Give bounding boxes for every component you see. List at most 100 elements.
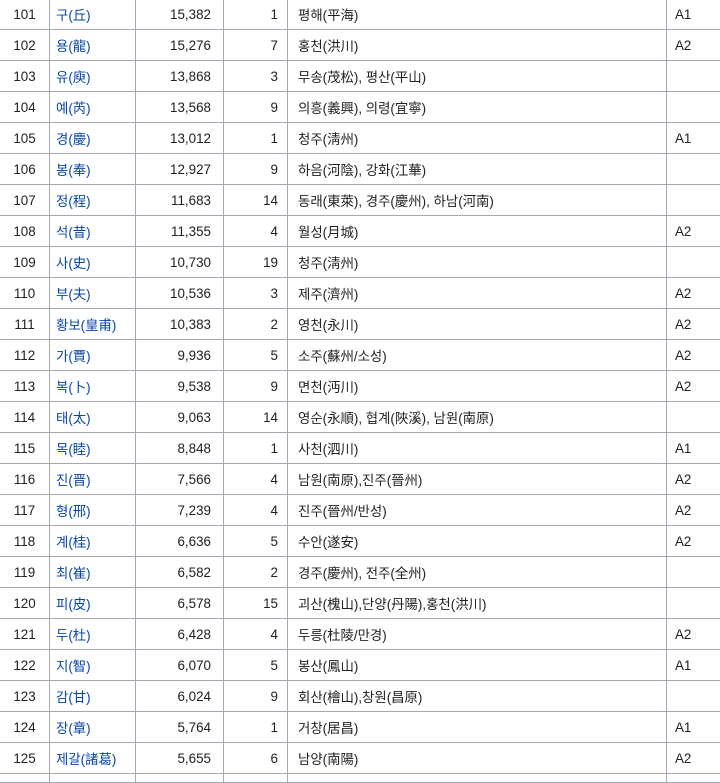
table-row: 112 가(賈) 9,936 5 소주(蘇州/소성) A2 xyxy=(0,339,720,371)
surname-link[interactable]: 제갈(諸葛) xyxy=(56,752,116,767)
surname-cell: 석(昔) xyxy=(49,215,136,247)
clan-origin-cell: 면천(沔川) xyxy=(287,370,667,402)
rank-cell: 121 xyxy=(0,618,50,650)
surname-link[interactable]: 사(史) xyxy=(56,256,91,271)
surname-link[interactable]: 계(桂) xyxy=(56,535,91,550)
rank-cell: 112 xyxy=(0,339,50,371)
surname-link[interactable]: 용(龍) xyxy=(56,39,91,54)
surname-table-body: 101 구(丘) 15,382 1 평해(平海) A1 102 용(龍) 15,… xyxy=(0,0,720,783)
surname-link[interactable]: 황보(皇甫) xyxy=(56,318,116,333)
surname-link[interactable]: 감(甘) xyxy=(56,690,91,705)
grade-cell xyxy=(666,587,720,619)
surname-link[interactable]: 최(崔) xyxy=(56,566,91,581)
clan-count-cell: 5 xyxy=(223,525,288,557)
table-row: 107 정(程) 11,683 14 동래(東萊), 경주(慶州), 하남(河南… xyxy=(0,184,720,216)
clan-origin-cell: 남원(南原),진주(晉州) xyxy=(287,463,667,495)
surname-link[interactable]: 경(慶) xyxy=(56,132,91,147)
surname-link[interactable]: 구(丘) xyxy=(56,8,91,23)
population-cell: 10,730 xyxy=(135,246,224,278)
clan-count-cell: 2 xyxy=(223,556,288,588)
surname-link[interactable]: 가(賈) xyxy=(56,349,91,364)
surname-link[interactable]: 피(皮) xyxy=(56,597,91,612)
rank-cell: 105 xyxy=(0,122,50,154)
clan-origin-cell: 영천(永川) xyxy=(287,308,667,340)
clan-count-cell: 19 xyxy=(223,246,288,278)
clan-count-cell: 14 xyxy=(223,184,288,216)
surname-link[interactable]: 장(章) xyxy=(56,721,91,736)
surname-link[interactable]: 예(芮) xyxy=(56,101,91,116)
table-row: 123 감(甘) 6,024 9 회산(檜山),창원(昌原) xyxy=(0,680,720,712)
surname-cell: 경(慶) xyxy=(49,122,136,154)
surname-link[interactable]: 목(睦) xyxy=(56,442,91,457)
population-cell: 13,012 xyxy=(135,122,224,154)
surname-cell: 봉(奉) xyxy=(49,153,136,185)
grade-cell: A1 xyxy=(666,432,720,464)
rank-cell: 122 xyxy=(0,649,50,681)
surname-link[interactable]: 지(智) xyxy=(56,659,91,674)
table-row: 117 형(邢) 7,239 4 진주(晉州/반성) A2 xyxy=(0,494,720,526)
population-cell: 15,276 xyxy=(135,29,224,61)
clan-count-cell: 14 xyxy=(223,401,288,433)
empty-cell xyxy=(135,773,224,783)
rank-cell: 118 xyxy=(0,525,50,557)
surname-link[interactable]: 진(晋) xyxy=(56,473,91,488)
surname-cell: 사(史) xyxy=(49,246,136,278)
rank-cell: 123 xyxy=(0,680,50,712)
surname-link[interactable]: 석(昔) xyxy=(56,225,91,240)
surname-cell: 피(皮) xyxy=(49,587,136,619)
table-row: 120 피(皮) 6,578 15 괴산(槐山),단양(丹陽),홍천(洪川) xyxy=(0,587,720,619)
surname-cell: 황보(皇甫) xyxy=(49,308,136,340)
grade-cell xyxy=(666,60,720,92)
clan-origin-cell: 영순(永順), 협계(陜溪), 남원(南原) xyxy=(287,401,667,433)
population-cell: 7,239 xyxy=(135,494,224,526)
clan-count-cell: 9 xyxy=(223,91,288,123)
clan-count-cell: 1 xyxy=(223,711,288,743)
surname-link[interactable]: 유(庾) xyxy=(56,70,91,85)
table-row: 106 봉(奉) 12,927 9 하음(河陰), 강화(江華) xyxy=(0,153,720,185)
empty-cell xyxy=(666,773,720,783)
surname-cell: 구(丘) xyxy=(49,0,136,30)
table-row: 103 유(庾) 13,868 3 무송(茂松), 평산(平山) xyxy=(0,60,720,92)
population-cell: 12,927 xyxy=(135,153,224,185)
rank-cell: 116 xyxy=(0,463,50,495)
surname-cell: 최(崔) xyxy=(49,556,136,588)
table-row: 108 석(昔) 11,355 4 월성(月城) A2 xyxy=(0,215,720,247)
grade-cell: A1 xyxy=(666,711,720,743)
clan-origin-cell: 하음(河陰), 강화(江華) xyxy=(287,153,667,185)
surname-link[interactable]: 형(邢) xyxy=(56,504,91,519)
clan-count-cell: 1 xyxy=(223,0,288,30)
surname-link[interactable]: 복(卜) xyxy=(56,380,91,395)
clan-count-cell: 5 xyxy=(223,649,288,681)
clan-origin-cell: 월성(月城) xyxy=(287,215,667,247)
rank-cell: 106 xyxy=(0,153,50,185)
surname-link[interactable]: 두(杜) xyxy=(56,628,91,643)
clan-origin-cell: 동래(東萊), 경주(慶州), 하남(河南) xyxy=(287,184,667,216)
table-row: 113 복(卜) 9,538 9 면천(沔川) A2 xyxy=(0,370,720,402)
grade-cell xyxy=(666,91,720,123)
table-row: 124 장(章) 5,764 1 거창(居昌) A1 xyxy=(0,711,720,743)
rank-cell: 120 xyxy=(0,587,50,619)
surname-cell: 두(杜) xyxy=(49,618,136,650)
population-cell: 6,024 xyxy=(135,680,224,712)
rank-cell: 107 xyxy=(0,184,50,216)
surname-cell: 감(甘) xyxy=(49,680,136,712)
clan-count-cell: 2 xyxy=(223,308,288,340)
table-row: 110 부(夫) 10,536 3 제주(濟州) A2 xyxy=(0,277,720,309)
table-row-partial xyxy=(0,773,720,783)
surname-cell: 계(桂) xyxy=(49,525,136,557)
rank-cell: 111 xyxy=(0,308,50,340)
clan-count-cell: 6 xyxy=(223,742,288,774)
surname-link[interactable]: 봉(奉) xyxy=(56,163,91,178)
grade-cell: A2 xyxy=(666,277,720,309)
grade-cell: A2 xyxy=(666,308,720,340)
surname-link[interactable]: 정(程) xyxy=(56,194,91,209)
surname-link[interactable]: 부(夫) xyxy=(56,287,91,302)
population-cell: 5,764 xyxy=(135,711,224,743)
population-cell: 11,683 xyxy=(135,184,224,216)
rank-cell: 117 xyxy=(0,494,50,526)
surname-link[interactable]: 태(太) xyxy=(56,411,91,426)
clan-origin-cell: 봉산(鳳山) xyxy=(287,649,667,681)
grade-cell xyxy=(666,401,720,433)
table-row: 111 황보(皇甫) 10,383 2 영천(永川) A2 xyxy=(0,308,720,340)
surname-table: 101 구(丘) 15,382 1 평해(平海) A1 102 용(龍) 15,… xyxy=(0,0,720,783)
